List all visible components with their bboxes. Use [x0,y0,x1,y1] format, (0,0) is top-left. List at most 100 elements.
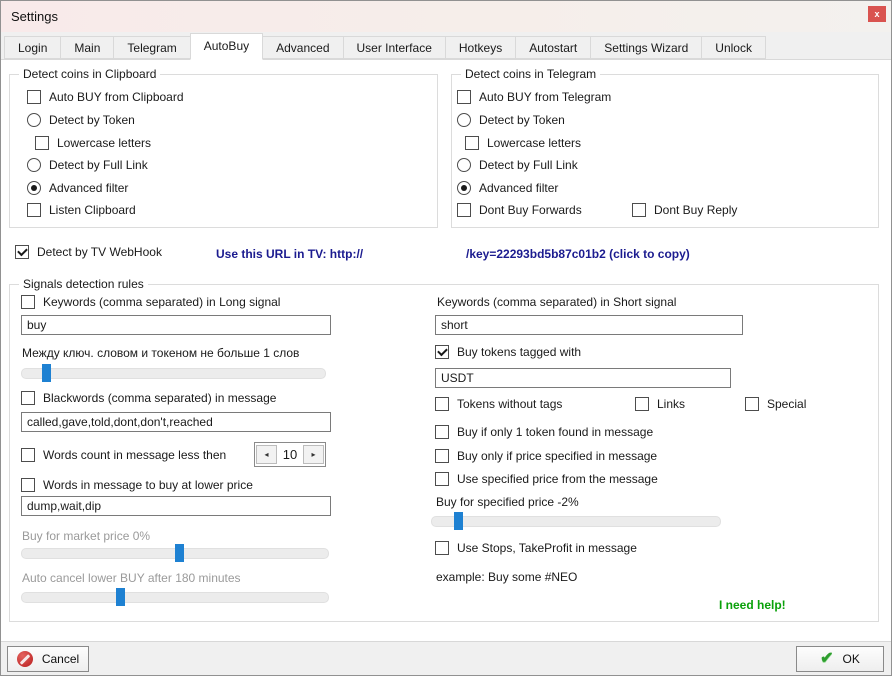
checkbox-box [21,448,35,462]
checkbox-box [457,203,471,217]
settings-window: Settings x Login Main Telegram AutoBuy A… [0,0,892,676]
checkbox-label: Detect by TV WebHook [37,245,162,259]
tab-strip: Login Main Telegram AutoBuy Advanced Use… [1,32,891,60]
specified-price-label: Buy for specified price -2% [436,495,579,509]
checkbox-box [15,245,29,259]
blackwords-checkbox[interactable]: Blackwords (comma separated) in message [21,391,276,405]
telegram-group-title: Detect coins in Telegram [461,67,600,81]
need-help-link[interactable]: I need help! [719,598,786,612]
checkbox-box [435,425,449,439]
cancel-button[interactable]: Cancel [7,646,89,672]
checkbox-label: Lowercase letters [57,136,151,150]
words-between-slider[interactable] [21,364,326,382]
slider-track[interactable] [21,592,329,603]
checkbox-label: Words count in message less then [43,448,226,462]
tab-unlock[interactable]: Unlock [701,36,766,59]
radio-label: Detect by Token [49,113,135,127]
use-specified-price-checkbox[interactable]: Use specified price from the message [435,472,658,486]
webhook-url-prefix-link[interactable]: Use this URL in TV: http:// [216,247,363,261]
slider-thumb[interactable] [42,364,51,382]
slider-track[interactable] [21,368,326,379]
clipboard-lowercase-letters-checkbox[interactable]: Lowercase letters [35,136,151,150]
tokens-without-tags-checkbox[interactable]: Tokens without tags [435,397,562,411]
clipboard-detect-by-token-radio[interactable]: Detect by Token [27,113,135,127]
auto-buy-from-clipboard-checkbox[interactable]: Auto BUY from Clipboard [27,90,184,104]
tagged-with-input[interactable] [435,368,731,388]
blackwords-input[interactable] [21,412,331,432]
tab-advanced[interactable]: Advanced [262,36,343,59]
checkbox-label: Buy if only 1 token found in message [457,425,653,439]
tab-autostart[interactable]: Autostart [515,36,591,59]
checkbox-label: Buy only if price specified in message [457,449,657,463]
window-title: Settings [11,9,58,24]
radio-circle [457,158,471,172]
words-count-spinner: ◂ 10 ▸ [254,442,326,467]
lower-price-words-input[interactable] [21,496,331,516]
clipboard-group-title: Detect coins in Clipboard [19,67,160,81]
dont-buy-forwards-checkbox[interactable]: Dont Buy Forwards [457,203,582,217]
auto-cancel-slider[interactable] [21,588,329,606]
checkbox-box [21,295,35,309]
checkbox-label: Tokens without tags [457,397,562,411]
price-specified-checkbox[interactable]: Buy only if price specified in message [435,449,657,463]
radio-circle [27,158,41,172]
slider-thumb[interactable] [175,544,184,562]
clipboard-advanced-filter-radio[interactable]: Advanced filter [27,181,128,195]
use-stops-checkbox[interactable]: Use Stops, TakeProfit in message [435,541,637,555]
telegram-detect-by-full-link-radio[interactable]: Detect by Full Link [457,158,578,172]
cancel-button-label: Cancel [42,652,79,666]
radio-label: Advanced filter [479,181,558,195]
telegram-detect-by-token-radio[interactable]: Detect by Token [457,113,565,127]
ok-button[interactable]: ✔ OK [796,646,884,672]
checkbox-box [635,397,649,411]
radio-circle [457,113,471,127]
spinner-increment-icon[interactable]: ▸ [303,445,324,464]
market-price-label: Buy for market price 0% [22,529,150,543]
telegram-advanced-filter-radio[interactable]: Advanced filter [457,181,558,195]
short-keywords-input[interactable] [435,315,743,335]
checkbox-label: Words in message to buy at lower price [43,478,253,492]
market-price-slider[interactable] [21,544,329,562]
slider-thumb[interactable] [116,588,125,606]
title-bar: Settings x [1,1,891,32]
checkbox-box [435,472,449,486]
close-icon[interactable]: x [868,6,886,22]
checkbox-box [435,345,449,359]
slider-track[interactable] [431,516,721,527]
webhook-url-key-link[interactable]: /key=22293bd5b87c01b2 (click to copy) [466,247,690,261]
checkbox-box [745,397,759,411]
buy-tokens-tagged-checkbox[interactable]: Buy tokens tagged with [435,345,581,359]
checkbox-box [435,449,449,463]
tab-user-interface[interactable]: User Interface [343,36,446,59]
tab-settings-wizard[interactable]: Settings Wizard [590,36,702,59]
one-token-checkbox[interactable]: Buy if only 1 token found in message [435,425,653,439]
checkbox-box [21,478,35,492]
links-checkbox[interactable]: Links [635,397,685,411]
radio-label: Detect by Token [479,113,565,127]
special-checkbox[interactable]: Special [745,397,806,411]
tab-telegram[interactable]: Telegram [113,36,190,59]
words-count-checkbox[interactable]: Words count in message less then [21,448,226,462]
checkbox-label: Use specified price from the message [457,472,658,486]
spinner-decrement-icon[interactable]: ◂ [256,445,277,464]
tab-main[interactable]: Main [60,36,114,59]
detect-by-tv-webhook-checkbox[interactable]: Detect by TV WebHook [15,245,162,259]
long-keywords-input[interactable] [21,315,331,335]
tab-autobuy[interactable]: AutoBuy [190,33,263,60]
lower-price-words-checkbox[interactable]: Words in message to buy at lower price [21,478,253,492]
telegram-lowercase-letters-checkbox[interactable]: Lowercase letters [465,136,581,150]
clipboard-detect-by-full-link-radio[interactable]: Detect by Full Link [27,158,148,172]
long-keywords-checkbox[interactable]: Keywords (comma separated) in Long signa… [21,295,280,309]
short-keywords-label: Keywords (comma separated) in Short sign… [437,295,676,309]
dont-buy-reply-checkbox[interactable]: Dont Buy Reply [632,203,737,217]
checkbox-box [435,541,449,555]
auto-buy-from-telegram-checkbox[interactable]: Auto BUY from Telegram [457,90,611,104]
checkbox-box [457,90,471,104]
specified-price-slider[interactable] [431,512,721,530]
listen-clipboard-checkbox[interactable]: Listen Clipboard [27,203,136,217]
tab-login[interactable]: Login [4,36,61,59]
slider-thumb[interactable] [454,512,463,530]
radio-label: Advanced filter [49,181,128,195]
tab-hotkeys[interactable]: Hotkeys [445,36,516,59]
checkbox-label: Dont Buy Reply [654,203,737,217]
